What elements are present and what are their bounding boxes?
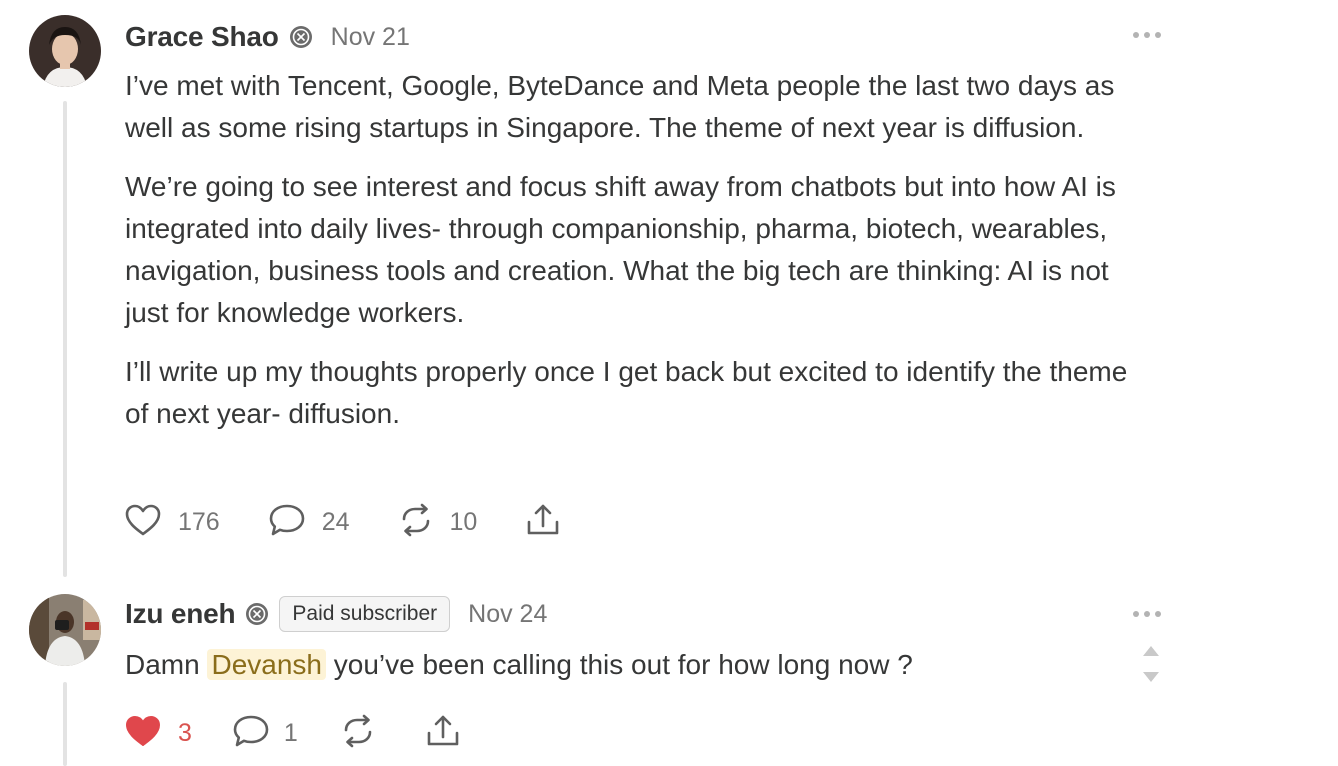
reply-count: 24 (321, 507, 350, 536)
dot-icon (1133, 32, 1139, 38)
restack-count: 10 (449, 507, 478, 536)
heart-icon (124, 503, 162, 542)
thread-line (63, 101, 67, 577)
user-mention[interactable]: Devansh (207, 649, 326, 680)
comment-body: I’ve met with Tencent, Google, ByteDance… (125, 65, 1155, 452)
comment-actions: 176 24 10 (124, 502, 561, 542)
more-options-button[interactable] (1133, 609, 1161, 619)
comment-paragraph: I’ve met with Tencent, Google, ByteDance… (125, 70, 1115, 143)
like-button[interactable]: 176 (124, 503, 220, 542)
comment-actions: 3 1 (124, 713, 461, 753)
thread-line (63, 682, 67, 766)
restack-button[interactable] (340, 714, 376, 753)
paid-subscriber-badge: Paid subscriber (279, 596, 451, 632)
dot-icon (1144, 32, 1150, 38)
reply-count: 1 (283, 718, 298, 747)
comment-icon (232, 713, 270, 754)
share-icon (525, 502, 561, 543)
comment-header: Izu eneh Paid subscriber Nov 24 (125, 596, 547, 632)
avatar[interactable] (29, 15, 101, 87)
dot-icon (1133, 611, 1139, 617)
share-button[interactable] (525, 502, 561, 543)
comment-text: you’ve been calling this out for how lon… (325, 649, 913, 680)
like-count: 3 (178, 718, 192, 747)
comment-body: Damn Devansh you’ve been calling this ou… (125, 644, 1125, 686)
like-button[interactable]: 3 (124, 714, 192, 753)
comment-text: Damn (125, 649, 208, 680)
like-count: 176 (178, 507, 220, 536)
dot-icon (1144, 611, 1150, 617)
heart-filled-icon (124, 714, 162, 753)
reply-button[interactable]: 24 (268, 502, 350, 543)
downvote-icon[interactable] (1142, 670, 1160, 688)
vote-controls (1142, 644, 1160, 688)
restack-button[interactable]: 10 (398, 503, 478, 542)
subscriber-badge-icon (245, 602, 269, 626)
avatar-image (29, 15, 101, 87)
upvote-icon[interactable] (1142, 644, 1160, 662)
avatar[interactable] (29, 594, 101, 666)
comment-icon (268, 502, 306, 543)
comment-paragraph: We’re going to see interest and focus sh… (125, 171, 1116, 328)
comment-date[interactable]: Nov 21 (331, 23, 410, 52)
share-icon (425, 713, 461, 754)
author-name[interactable]: Grace Shao (125, 21, 279, 53)
author-name[interactable]: Izu eneh (125, 598, 236, 630)
comment-paragraph: I’ll write up my thoughts properly once … (125, 356, 1128, 429)
share-button[interactable] (425, 713, 461, 754)
reply-button[interactable]: 1 (232, 713, 298, 754)
restack-icon (340, 714, 376, 753)
avatar-image (29, 594, 101, 666)
restack-icon (398, 503, 434, 542)
comment-date[interactable]: Nov 24 (468, 600, 547, 629)
comment-header: Grace Shao Nov 21 (125, 19, 410, 55)
dot-icon (1155, 611, 1161, 617)
more-options-button[interactable] (1133, 30, 1161, 40)
dot-icon (1155, 32, 1161, 38)
subscriber-badge-icon (289, 25, 313, 49)
